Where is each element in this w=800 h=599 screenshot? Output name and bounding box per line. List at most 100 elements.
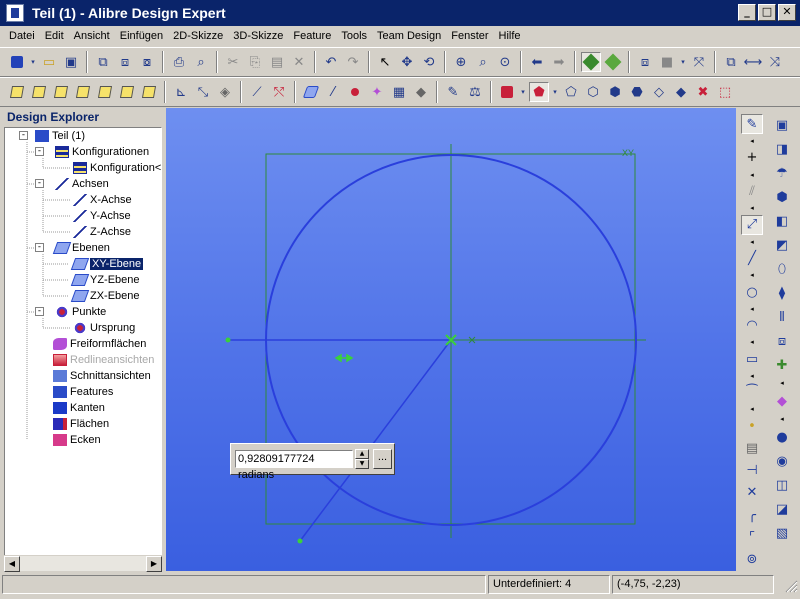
collapse-icon[interactable]: - (19, 131, 28, 140)
constraint-icon[interactable]: ⤧ (689, 52, 709, 72)
insert-axis-icon[interactable]: ⁄ (323, 82, 343, 102)
circle-icon[interactable]: ○ (741, 282, 763, 302)
freeform-icon[interactable]: ✦ (367, 82, 387, 102)
tree-item-xy-ebene[interactable]: XY-Ebene (70, 256, 144, 272)
shell-icon[interactable]: ⧈ (771, 330, 793, 352)
new-part-icon[interactable] (7, 52, 27, 72)
forward-arrow-icon[interactable]: ➡ (549, 52, 569, 72)
view-bottom-icon[interactable] (117, 82, 137, 102)
angle-spinner[interactable]: ▲ ▼ (355, 449, 369, 469)
tree-item-konfigurationen[interactable]: - Konfigurationen (35, 144, 149, 160)
display-mode-icon[interactable]: ⧈ (635, 52, 655, 72)
tree-item-yz-ebene[interactable]: YZ-Ebene (70, 272, 140, 288)
tree-item-freiformflaechen[interactable]: Freiformflächen (53, 336, 146, 352)
expand-arrow-icon[interactable]: ◂ (741, 170, 763, 179)
dropdown-arrow-icon[interactable]: ▾ (519, 82, 527, 102)
filter-axes-icon[interactable]: ⬣ (627, 82, 647, 102)
expand-arrow-icon[interactable]: ◂ (741, 271, 763, 280)
tree-item-y-achse[interactable]: Y-Achse (73, 208, 131, 224)
maximize-button[interactable]: □ (758, 4, 776, 21)
rectangle-icon[interactable]: ▭ (741, 349, 763, 369)
insert-plane-icon[interactable] (301, 82, 321, 102)
menu-feature[interactable]: Feature (288, 30, 336, 42)
fillet-icon[interactable]: ╭ (741, 505, 763, 525)
collapse-icon[interactable]: - (35, 243, 44, 252)
dropdown-arrow-icon[interactable]: ▾ (29, 52, 37, 72)
print-icon[interactable]: ⎙ (169, 52, 189, 72)
scroll-left-icon[interactable]: ◀ (4, 556, 20, 572)
tree-item-flaechen[interactable]: Flächen (53, 416, 109, 432)
tree-item-redlineansichten[interactable]: Redlineansichten (53, 352, 154, 368)
undo-icon[interactable]: ↶ (321, 52, 341, 72)
sketch-mode-icon[interactable] (581, 52, 601, 72)
filter-sketch-icon[interactable]: ◆ (671, 82, 691, 102)
import-icon[interactable]: ⧉ (93, 52, 113, 72)
expand-arrow-icon[interactable]: ◂ (741, 338, 763, 347)
tree-item-teil[interactable]: - Teil (1) (19, 128, 85, 144)
expand-arrow-icon[interactable]: ◂ (741, 371, 763, 380)
selection-filter-icon[interactable] (497, 82, 517, 102)
tree-item-punkte[interactable]: - Punkte (35, 304, 106, 320)
edit-icon[interactable]: ✎ (443, 82, 463, 102)
filter-faces-icon[interactable]: ⬟ (529, 82, 549, 102)
close-button[interactable]: ✕ (778, 4, 796, 21)
tree-item-kanten[interactable]: Kanten (53, 400, 105, 416)
pan-icon[interactable]: ✥ (397, 52, 417, 72)
tree-item-zx-ebene[interactable]: ZX-Ebene (70, 288, 140, 304)
scale-icon[interactable]: ▧ (771, 522, 793, 544)
angle-more-button[interactable]: ... (373, 449, 392, 469)
menu-edit[interactable]: Edit (40, 30, 69, 42)
rotate-view-icon[interactable]: ⟲ (419, 52, 439, 72)
dropdown-arrow-icon[interactable]: ▾ (551, 82, 559, 102)
spline-icon[interactable]: ⁀ (741, 382, 763, 402)
tree-item-ebenen[interactable]: - Ebenen (35, 240, 110, 256)
export-icon[interactable]: ⧈ (115, 52, 135, 72)
menu-2d-skizze[interactable]: 2D-Skizze (168, 30, 228, 42)
view-right-icon[interactable] (73, 82, 93, 102)
sketch-canvas[interactable]: XY (166, 108, 736, 571)
properties-icon[interactable]: ⧇ (137, 52, 157, 72)
draft-icon[interactable]: ◪ (771, 498, 793, 520)
dropdown-arrow-icon[interactable]: ▾ (679, 52, 687, 72)
mirror-icon[interactable]: ⊚ (741, 550, 763, 570)
expand-arrow-icon[interactable]: ◂ (741, 136, 763, 145)
measure-icon[interactable]: ⟷ (743, 52, 763, 72)
select-pointer-icon[interactable]: ↖ (375, 52, 395, 72)
tree-item-z-achse[interactable]: Z-Achse (73, 224, 131, 240)
point-icon[interactable]: • (741, 416, 763, 436)
save-icon[interactable]: ▣ (61, 52, 81, 72)
zoom-fit-icon[interactable]: ⊙ (495, 52, 515, 72)
tree-item-x-achse[interactable]: X-Achse (73, 192, 132, 208)
expand-arrow-icon[interactable]: ◂ (741, 405, 763, 414)
angle-dimension-icon[interactable]: ⤢ (741, 214, 763, 236)
menu-team-design[interactable]: Team Design (372, 30, 446, 42)
shading-icon[interactable]: ■ (657, 52, 677, 72)
insert-point-icon[interactable] (345, 82, 365, 102)
app-icon[interactable] (6, 4, 24, 22)
spin-up-icon[interactable]: ▲ (355, 449, 369, 459)
view-front-icon[interactable] (7, 82, 27, 102)
thread-icon[interactable]: ◫ (771, 474, 793, 496)
menu-hilfe[interactable]: Hilfe (494, 30, 526, 42)
view-back-icon[interactable] (29, 82, 49, 102)
extend-icon[interactable]: ✕ (741, 483, 763, 503)
open-folder-icon[interactable]: ▭ (39, 52, 59, 72)
loft-icon[interactable]: ⬯ (771, 258, 793, 280)
hole-icon[interactable]: ◉ (771, 450, 793, 472)
crosshair-icon[interactable]: + (741, 148, 763, 168)
menu-fenster[interactable]: Fenster (446, 30, 493, 42)
expand-arrow-icon[interactable]: ◂ (741, 237, 763, 246)
tree-item-features[interactable]: Features (53, 384, 113, 400)
sketch-exit-icon[interactable] (603, 52, 623, 72)
3d-viewport[interactable]: XY (166, 108, 736, 571)
pattern-icon[interactable]: ✚ (771, 354, 793, 376)
filter-clear-icon[interactable]: ⬚ (715, 82, 735, 102)
revolve-cut-icon[interactable]: ⬢ (771, 186, 793, 208)
resize-grip-icon[interactable] (782, 577, 798, 593)
table-icon[interactable]: ▦ (389, 82, 409, 102)
tree-item-ursprung[interactable]: Ursprung (73, 320, 135, 336)
construction-line-icon[interactable]: ⫽ (741, 181, 763, 201)
view-plane-icon[interactable]: ⤡ (193, 82, 213, 102)
collapse-icon[interactable]: - (35, 179, 44, 188)
tree-item-achsen[interactable]: - Achsen (35, 176, 109, 192)
